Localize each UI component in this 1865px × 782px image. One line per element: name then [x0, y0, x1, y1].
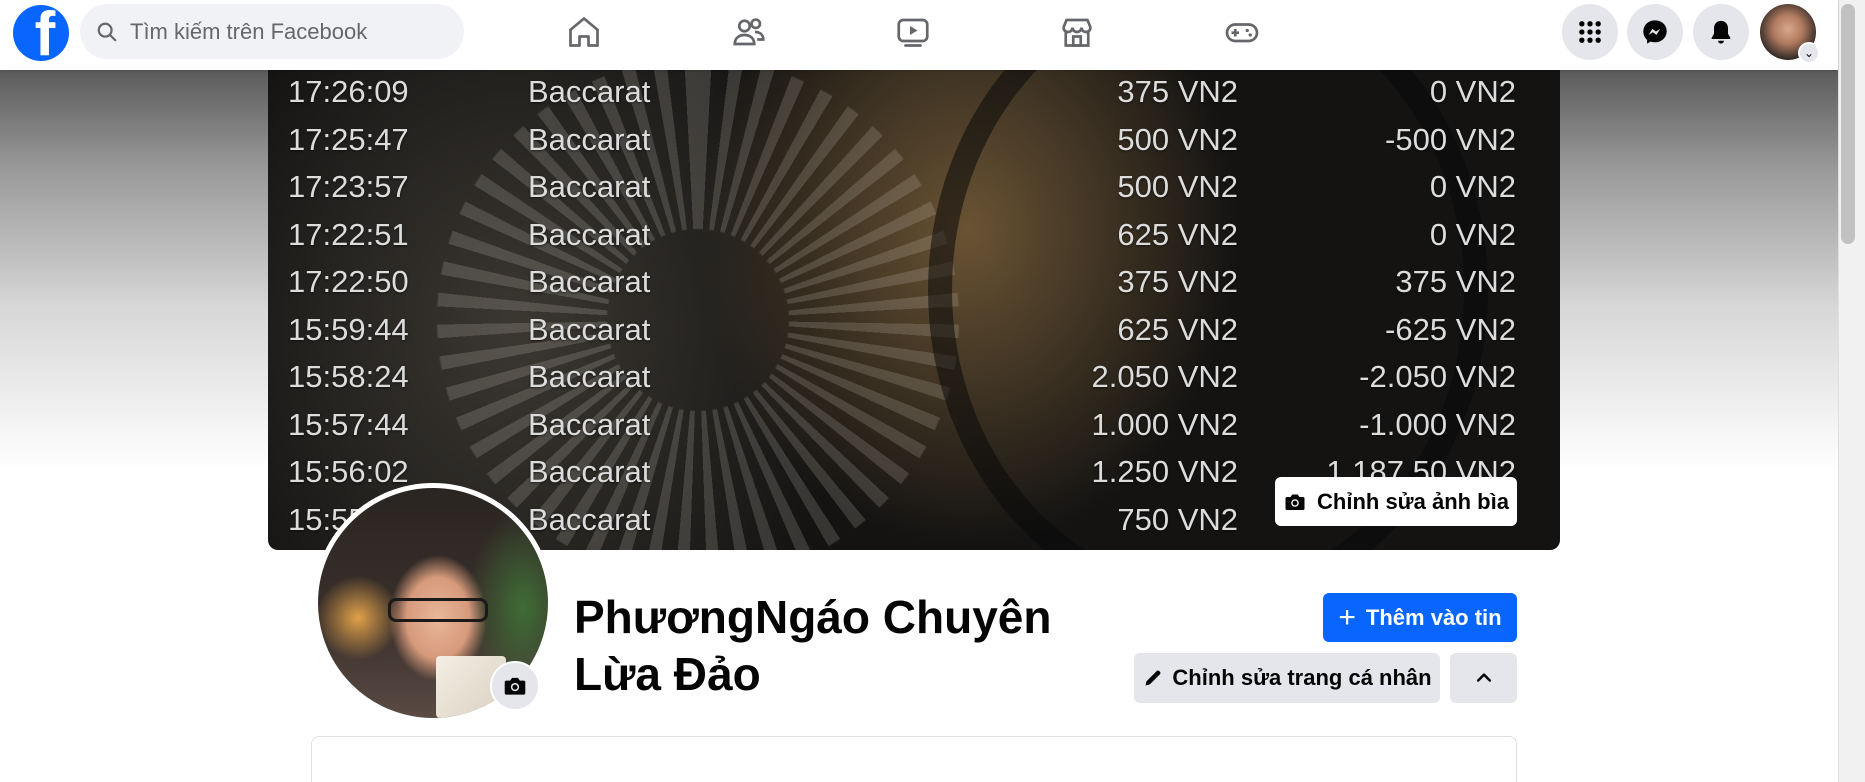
transaction-bet: 625 VN2 — [1117, 311, 1238, 347]
menu-button[interactable] — [1562, 4, 1618, 60]
transaction-game: Baccarat — [528, 169, 651, 204]
transaction-bet: 625 VN2 — [1117, 216, 1238, 252]
messenger-button[interactable] — [1627, 4, 1683, 60]
nav-marketplace[interactable] — [1042, 8, 1112, 56]
transaction-time: 15:59:44 — [288, 311, 409, 347]
cover-transaction-row: 15:59:44 Baccarat 625 VN2 -625 VN2 — [268, 312, 1560, 356]
nav-home[interactable] — [549, 8, 619, 56]
transaction-bet: 375 VN2 — [1117, 264, 1238, 299]
transaction-game: Baccarat — [528, 549, 650, 550]
transaction-game: Baccarat — [528, 264, 651, 299]
transaction-time: 15:56:02 — [288, 454, 409, 489]
gaming-icon — [1225, 23, 1259, 43]
transaction-game: Baccarat — [528, 216, 651, 252]
transaction-time: 17:23:57 — [288, 169, 409, 204]
transaction-time: 15:58:24 — [288, 359, 409, 394]
transaction-bet: 1.250 VN2 — [1091, 454, 1239, 489]
transaction-win: 375 VN2 — [1395, 264, 1516, 299]
transaction-win: -1.000 VN2 — [1359, 406, 1516, 442]
transaction-time: 17:22:51 — [288, 216, 409, 252]
camera-icon — [1285, 494, 1305, 510]
transaction-win: 0 VN2 — [1429, 216, 1516, 252]
transaction-game: Baccarat — [528, 406, 651, 442]
search-icon — [97, 22, 117, 41]
transaction-game: Baccarat — [528, 311, 651, 347]
transaction-bet: 500 VN2 — [1117, 121, 1238, 157]
edit-profile-button[interactable]: Chỉnh sửa trang cá nhân — [1134, 653, 1440, 703]
transaction-time: 17:26:09 — [288, 74, 409, 109]
transaction-bet: 750 VN2 — [1117, 549, 1238, 550]
add-to-story-label: Thêm vào tin — [1365, 604, 1502, 630]
search-input[interactable] — [130, 18, 450, 45]
search-box[interactable] — [80, 4, 464, 59]
transaction-bet: 2.050 VN2 — [1091, 359, 1239, 394]
transaction-win: -500 VN2 — [1385, 121, 1516, 157]
transaction-win: -625 VN2 — [1385, 311, 1516, 347]
cover-transaction-row: 15:57:44 Baccarat 1.000 VN2 -1.000 VN2 — [268, 407, 1560, 451]
transaction-game: Baccarat — [528, 74, 651, 109]
cover-transaction-row: 17:22:51 Baccarat 625 VN2 0 VN2 — [268, 217, 1560, 261]
cover-transaction-row: 17:26:09 Baccarat 375 VN2 0 VN2 — [268, 74, 1560, 118]
pencil-icon — [1146, 670, 1161, 686]
transaction-game: Baccarat — [528, 454, 651, 489]
notifications-button[interactable] — [1693, 4, 1749, 60]
marketplace-icon — [1062, 18, 1092, 47]
chevron-up-icon — [1476, 673, 1491, 682]
cover-transaction-row: 15:58:24 Baccarat 2.050 VN2 -2.050 VN2 — [268, 359, 1560, 403]
profile-picture-glasses — [388, 598, 488, 622]
account-avatar[interactable]: ⌄ — [1760, 4, 1820, 64]
profile-name-line-2: Lừa Đảo — [574, 648, 761, 700]
transaction-bet: 1.000 VN2 — [1091, 406, 1239, 442]
friends-icon — [733, 18, 765, 46]
chevron-down-icon: ⌄ — [1798, 42, 1820, 64]
transaction-game: Baccarat — [528, 359, 651, 394]
profile-name: PhươngNgáo Chuyên Lừa Đảo — [574, 589, 1094, 703]
transaction-bet: 375 VN2 — [1117, 74, 1238, 109]
update-profile-picture-button[interactable] — [490, 661, 540, 711]
transaction-win: 0 VN2 — [1430, 549, 1516, 550]
transaction-bet: 750 VN2 — [1117, 501, 1238, 537]
menu-grid-icon — [1579, 21, 1601, 43]
transaction-time: 15:57:44 — [288, 406, 409, 442]
cover-transaction-row: 17:25:47 Baccarat 500 VN2 -500 VN2 — [268, 122, 1560, 166]
cover-transaction-row: 17:23:57 Baccarat 500 VN2 0 VN2 — [268, 169, 1560, 213]
watch-icon — [897, 18, 929, 47]
facebook-logo-icon[interactable]: f — [13, 5, 69, 61]
transaction-time: 17:22:50 — [288, 264, 409, 299]
edit-cover-photo-label: Chỉnh sửa ảnh bìa — [1317, 488, 1509, 514]
transaction-win: 0 VN2 — [1429, 74, 1516, 109]
cover-transaction-row: 17:22:50 Baccarat 375 VN2 375 VN2 — [268, 264, 1560, 308]
messenger-icon — [1643, 20, 1667, 44]
collapse-button[interactable] — [1450, 653, 1517, 703]
nav-friends[interactable] — [714, 8, 784, 56]
edit-cover-photo-button[interactable]: Chỉnh sửa ảnh bìa — [1275, 477, 1517, 526]
transaction-win: 0 VN2 — [1429, 169, 1516, 204]
transaction-win: -2.050 VN2 — [1359, 359, 1516, 394]
facebook-logo-letter: f — [34, 5, 56, 61]
transaction-time: 17:25:47 — [288, 121, 409, 157]
home-icon — [569, 17, 599, 47]
top-navigation-bar: f ⌄ — [0, 0, 1838, 70]
nav-watch[interactable] — [878, 8, 948, 56]
page-scrollbar-thumb[interactable] — [1841, 4, 1855, 244]
profile-tabs-card — [311, 736, 1517, 782]
transaction-game: Baccarat — [528, 501, 651, 537]
camera-icon — [504, 677, 526, 695]
nav-gaming[interactable] — [1207, 8, 1277, 56]
transaction-game: Baccarat — [528, 121, 651, 157]
notifications-icon — [1711, 20, 1731, 44]
add-to-story-button[interactable]: + Thêm vào tin — [1323, 593, 1517, 642]
transaction-bet: 500 VN2 — [1117, 169, 1238, 204]
plus-icon: + — [1338, 600, 1356, 634]
profile-name-line-1: PhươngNgáo Chuyên — [574, 591, 1052, 643]
edit-profile-label: Chỉnh sửa trang cá nhân — [1172, 665, 1432, 690]
